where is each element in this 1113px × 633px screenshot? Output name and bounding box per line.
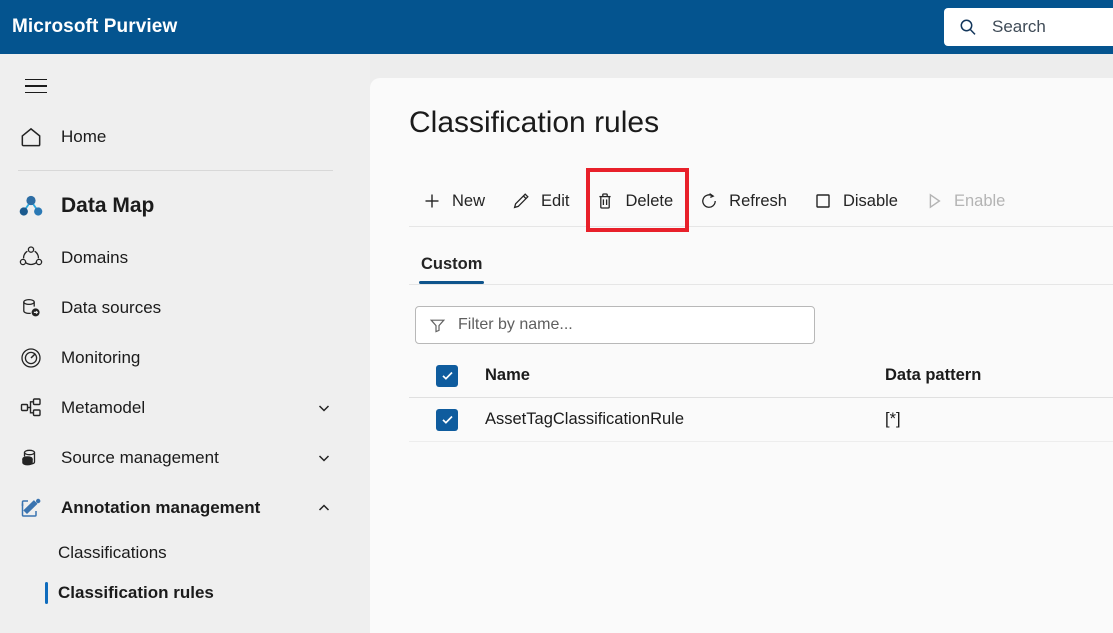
filter-by-name-input[interactable]: Filter by name... [415,306,815,344]
app-brand-title: Microsoft Purview [12,16,177,38]
select-all-cell [409,365,485,387]
edit-button[interactable]: Edit [498,181,582,221]
data-map-icon [18,193,44,219]
sidebar-nav-list: Home Data Map [0,112,370,613]
sidebar-item-monitoring[interactable]: Monitoring [0,333,370,383]
sidebar-item-label: Metamodel [61,398,145,418]
chevron-down-icon[interactable] [316,450,332,466]
refresh-icon [699,191,719,211]
purview-app: Microsoft Purview Search Home [0,0,1113,633]
left-navigation-sidebar: Home Data Map [0,54,370,633]
refresh-button-label: Refresh [729,192,787,211]
column-header-data-pattern[interactable]: Data pattern [885,366,1113,385]
sidebar-item-data-map[interactable]: Data Map [0,179,370,233]
new-button-label: New [452,192,485,211]
delete-button-label: Delete [625,192,673,211]
domains-icon [18,245,44,271]
disable-button-label: Disable [843,192,898,211]
tab-custom[interactable]: Custom [409,255,494,284]
sidebar-item-label: Data Map [61,194,154,218]
stop-square-icon [813,191,833,211]
play-triangle-icon [924,191,944,211]
sidebar-item-source-management[interactable]: Source management [0,433,370,483]
home-icon [18,124,44,150]
page-title: Classification rules [409,106,659,140]
enable-button-label: Enable [954,192,1005,211]
sidebar-item-data-sources[interactable]: Data sources [0,283,370,333]
row-select-cell [409,409,485,431]
delete-button[interactable]: Delete [582,181,686,221]
trash-icon [595,191,615,211]
sidebar-item-home[interactable]: Home [0,112,370,162]
hamburger-icon[interactable] [18,68,54,104]
edit-button-label: Edit [541,192,569,211]
sidebar-subitem-label: Classification rules [58,583,214,603]
toolbar-separator [409,226,1113,227]
new-button[interactable]: New [409,181,498,221]
sidebar-item-label: Home [61,127,106,147]
source-management-icon [18,445,44,471]
table-header-row: Name Data pattern [409,354,1113,398]
filter-icon [429,317,446,334]
sidebar-subitem-label: Classifications [58,543,167,563]
main-content-panel: Classification rules New Edit [370,78,1113,633]
disable-button[interactable]: Disable [800,181,911,221]
tab-separator [409,284,1113,285]
command-toolbar: New Edit [409,178,1113,224]
table-row[interactable]: AssetTagClassificationRule [*] [409,398,1113,442]
select-all-checkbox[interactable] [436,365,458,387]
classification-rules-table: Name Data pattern AssetTagClassification… [409,354,1113,442]
metamodel-icon [18,395,44,421]
annotation-management-icon [18,495,44,521]
sidebar-item-label: Monitoring [61,348,140,368]
cell-data-pattern: [*] [885,410,1113,429]
sidebar-item-annotation-management[interactable]: Annotation management [0,483,370,533]
filter-placeholder: Filter by name... [458,316,573,334]
sidebar-item-classifications[interactable]: Classifications [0,533,370,573]
sidebar-divider [18,170,333,171]
search-icon [958,17,978,37]
plus-icon [422,191,442,211]
top-header-bar: Microsoft Purview Search [0,0,1113,54]
cell-rule-name: AssetTagClassificationRule [485,410,885,429]
tab-label: Custom [421,255,482,273]
sidebar-item-metamodel[interactable]: Metamodel [0,383,370,433]
monitoring-icon [18,345,44,371]
chevron-up-icon[interactable] [316,500,332,516]
row-checkbox[interactable] [436,409,458,431]
tab-bar: Custom [409,242,1113,284]
sidebar-item-label: Data sources [61,298,161,318]
sidebar-item-label: Source management [61,448,219,468]
sidebar-item-label: Annotation management [61,498,260,518]
sidebar-item-domains[interactable]: Domains [0,233,370,283]
enable-button: Enable [911,181,1018,221]
sidebar-item-label: Domains [61,248,128,268]
refresh-button[interactable]: Refresh [686,181,800,221]
global-search-box[interactable]: Search [944,8,1113,46]
chevron-down-icon[interactable] [316,400,332,416]
pencil-icon [511,191,531,211]
search-placeholder: Search [992,17,1046,37]
data-sources-icon [18,295,44,321]
column-header-name[interactable]: Name [485,366,885,385]
sidebar-item-classification-rules[interactable]: Classification rules [0,573,370,613]
